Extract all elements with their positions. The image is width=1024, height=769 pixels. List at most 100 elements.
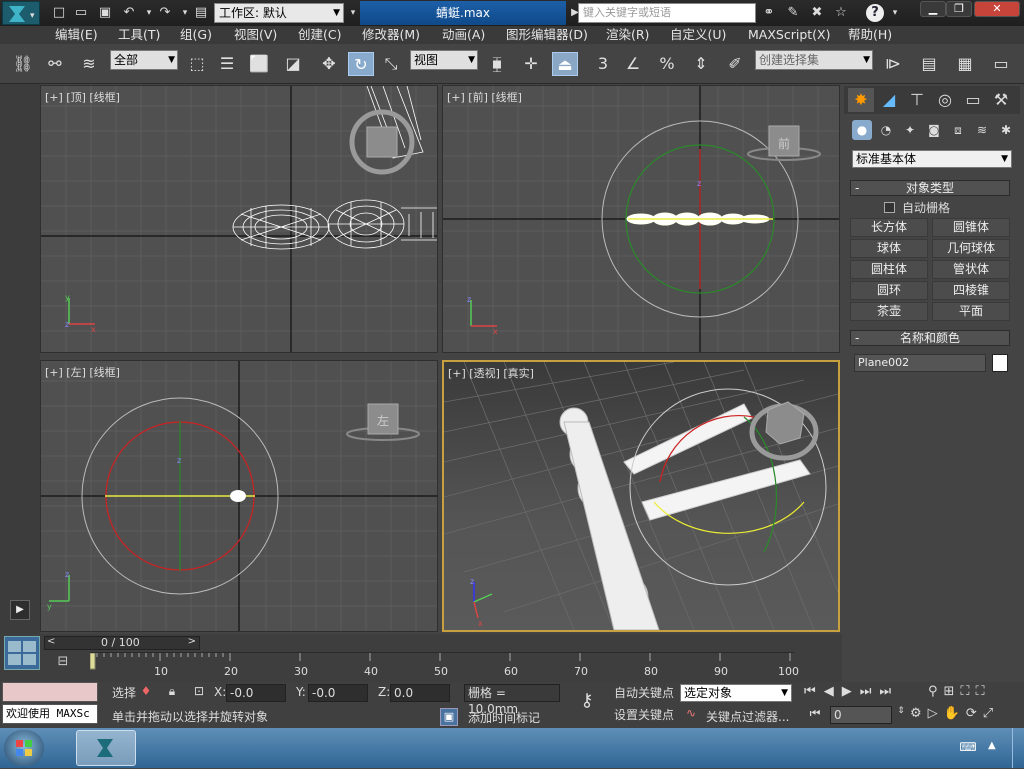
unlink-selection-icon[interactable]: ⚯ — [42, 52, 68, 76]
x-coordinate-input[interactable]: -0.0 — [226, 684, 286, 702]
menu-help[interactable]: 帮助(H) — [848, 26, 892, 44]
named-selection-input[interactable]: 创建选择集 ▼ — [755, 50, 873, 70]
graphite-ribbon-icon[interactable]: ▭ — [988, 52, 1014, 76]
isolate-selection-icon[interactable]: ♦ — [138, 684, 154, 702]
rectangular-selection-icon[interactable]: ⬜ — [246, 52, 272, 76]
window-crossing-icon[interactable]: ◪ — [280, 52, 306, 76]
teapot-button[interactable]: 茶壶 — [850, 302, 928, 321]
viewport-label-top[interactable]: [+] [顶] [线框] — [45, 89, 120, 105]
utilities-tab-icon[interactable]: ⚒ — [988, 88, 1014, 112]
tube-button[interactable]: 管状体 — [932, 260, 1010, 279]
time-slider[interactable]: < 0 / 100 > — [44, 636, 200, 650]
taskbar-3dsmax-icon[interactable] — [76, 730, 136, 766]
cylinder-button[interactable]: 圆柱体 — [850, 260, 928, 279]
autogrid-checkbox[interactable] — [884, 202, 895, 213]
systems-category-icon[interactable]: ✱ — [996, 120, 1016, 140]
select-by-name-icon[interactable]: ☰ — [214, 52, 240, 76]
create-tab-icon[interactable]: ✸ — [848, 88, 874, 112]
pyramid-button[interactable]: 四棱锥 — [932, 281, 1010, 300]
minimize-button[interactable]: ▁ — [920, 1, 946, 17]
object-name-input[interactable]: Plane002 — [854, 354, 986, 372]
set-key-button[interactable]: 设置关键点 — [612, 706, 676, 724]
menu-tools[interactable]: 工具(T) — [118, 26, 160, 44]
menu-animation[interactable]: 动画(A) — [442, 26, 485, 44]
plane-button[interactable]: 平面 — [932, 302, 1010, 321]
viewport-front[interactable]: z 前 z x [+] [前] [线框] — [442, 85, 840, 353]
display-tab-icon[interactable]: ▭ — [960, 88, 986, 112]
auto-key-button[interactable]: 自动关键点 — [612, 684, 676, 702]
menu-views[interactable]: 视图(V) — [234, 26, 277, 44]
help-dropdown-icon[interactable]: ▾ — [886, 4, 904, 22]
layer-manager-icon[interactable]: ▦ — [952, 52, 978, 76]
orbit-navigation-controls[interactable]: ⚙▷✋⟳⤢ — [910, 706, 1020, 724]
start-button-icon[interactable] — [4, 730, 44, 766]
select-manipulate-icon[interactable]: ✛ — [518, 52, 544, 76]
viewport-label-front[interactable]: [+] [前] [线框] — [447, 89, 522, 105]
hierarchy-tab-icon[interactable]: ⊤ — [904, 88, 930, 112]
communication-center-icon[interactable]: ✖ — [808, 4, 826, 22]
zoom-navigation-controls[interactable]: ⚲⊞⛶⛶ — [928, 684, 1020, 702]
subscription-tool-icon[interactable]: ✎ — [784, 4, 802, 22]
select-and-link-icon[interactable]: ⛓ — [10, 52, 36, 76]
binoculars-icon[interactable]: ⚭ — [760, 4, 778, 22]
box-button[interactable]: 长方体 — [850, 218, 928, 237]
key-mode-toggle-icon[interactable]: ⏮ — [806, 706, 824, 724]
select-and-scale-icon[interactable]: ⤡ — [378, 52, 404, 76]
align-icon[interactable]: ▤ — [916, 52, 942, 76]
favorites-star-icon[interactable]: ☆ — [832, 4, 850, 22]
viewport-left[interactable]: z 左 z y [+] [左] [线框] — [40, 360, 438, 632]
reference-coordinate-dropdown[interactable]: 视图 ▼ — [410, 50, 478, 70]
menu-create[interactable]: 创建(C) — [298, 26, 341, 44]
object-type-rollout[interactable]: - 对象类型 — [850, 180, 1010, 196]
maximize-button[interactable]: ❐ — [946, 1, 972, 17]
angle-snap-icon[interactable]: ∠ — [620, 52, 646, 76]
project-folder-icon[interactable]: ▤ — [192, 4, 210, 22]
save-file-icon[interactable]: ▣ — [96, 4, 114, 22]
undo-icon[interactable]: ↶ — [120, 4, 138, 22]
torus-button[interactable]: 圆环 — [850, 281, 928, 300]
modify-tab-icon[interactable]: ◢ — [876, 88, 902, 112]
time-tag-icon[interactable]: ▣ — [440, 708, 458, 726]
menu-customize[interactable]: 自定义(U) — [670, 26, 726, 44]
new-file-icon[interactable]: □ — [50, 4, 68, 22]
viewport-layout-icon[interactable] — [4, 636, 40, 670]
pivot-center-icon[interactable]: ⧯ — [484, 52, 510, 76]
select-and-rotate-icon[interactable]: ↻ — [348, 52, 374, 76]
keyboard-shortcut-override-icon[interactable]: ⏏ — [552, 52, 578, 76]
tray-arrow-icon[interactable]: ▲ — [988, 740, 1000, 756]
absolute-mode-icon[interactable]: ⊡ — [190, 684, 208, 702]
shapes-category-icon[interactable]: ◔ — [876, 120, 896, 140]
close-button[interactable]: ✕ — [974, 1, 1020, 17]
menu-group[interactable]: 组(G) — [180, 26, 212, 44]
prev-frame-icon[interactable]: < — [47, 636, 55, 647]
help-icon[interactable]: ? — [866, 4, 884, 22]
cameras-category-icon[interactable]: ◙ — [924, 120, 944, 140]
menu-rendering[interactable]: 渲染(R) — [606, 26, 649, 44]
search-input[interactable]: 键入关键字或短语 — [578, 3, 756, 23]
z-coordinate-input[interactable]: 0.0 — [390, 684, 450, 702]
geosphere-button[interactable]: 几何球体 — [932, 239, 1010, 258]
helpers-category-icon[interactable]: ⧈ — [948, 120, 968, 140]
menu-graph-editors[interactable]: 图形编辑器(D) — [506, 26, 588, 44]
maxscript-listener-mini[interactable] — [2, 682, 98, 702]
lights-category-icon[interactable]: ✦ — [900, 120, 920, 140]
set-key-mode-icon[interactable]: ⚷ — [572, 690, 602, 716]
workspace-dropdown[interactable]: 工作区: 默认 ▼ — [214, 3, 344, 23]
cone-button[interactable]: 圆锥体 — [932, 218, 1010, 237]
selection-filter-dropdown[interactable]: 全部 ▼ — [110, 50, 178, 70]
y-coordinate-input[interactable]: -0.0 — [308, 684, 368, 702]
playback-controls[interactable]: ⏮◀▶⏭⏭ — [804, 684, 914, 702]
track-bar-icon[interactable]: ⊟ — [50, 654, 76, 670]
motion-tab-icon[interactable]: ◎ — [932, 88, 958, 112]
current-frame-input[interactable]: 0 — [830, 706, 892, 724]
track-bar[interactable]: 10 20 30 40 50 60 70 80 90 100 — [90, 652, 799, 680]
lock-selection-icon[interactable]: 🔒︎ — [164, 684, 180, 702]
select-object-icon[interactable]: ⬚ — [184, 52, 210, 76]
menu-modifiers[interactable]: 修改器(M) — [362, 26, 420, 44]
frame-spinner-icon[interactable]: ⇕ — [896, 706, 906, 724]
viewport-top[interactable]: y z x [+] [顶] [线框] — [40, 85, 438, 353]
name-color-rollout[interactable]: - 名称和颜色 — [850, 330, 1010, 346]
bind-to-space-warp-icon[interactable]: ≋ — [76, 52, 102, 76]
viewport-label-perspective[interactable]: [+] [透视] [真实] — [448, 365, 534, 381]
next-frame-icon[interactable]: > — [188, 636, 196, 647]
